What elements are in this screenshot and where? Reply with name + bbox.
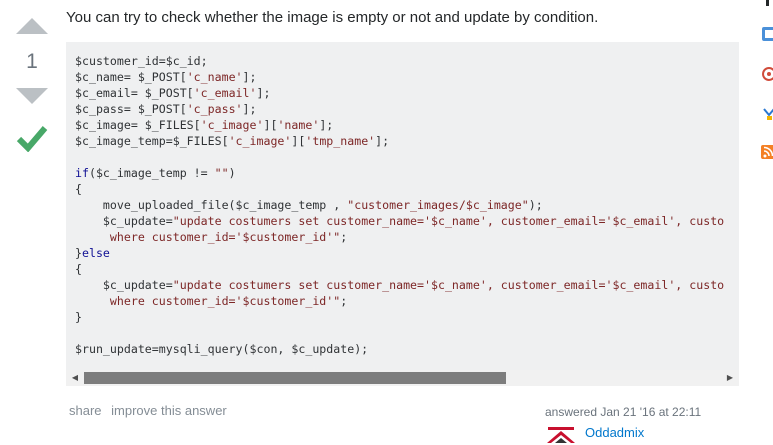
code-line: $c_update="update costumers set customer… (75, 213, 724, 229)
code-token: } (75, 310, 82, 324)
code-token: $run_update=mysqli_query($con, $c_update… (75, 342, 369, 356)
code-line: move_uploaded_file($c_image_temp , "cust… (75, 197, 724, 213)
code-token: { (75, 262, 82, 276)
code-line: where customer_id='$customer_id'"; (75, 229, 724, 245)
code-token: ][ (263, 118, 278, 132)
avatar[interactable] (545, 425, 577, 443)
code-token: ); (528, 198, 543, 212)
code-token: move_uploaded_file($c_image_temp , (75, 198, 348, 212)
code-token: 'c_name' (186, 70, 243, 84)
code-token: 'name' (277, 118, 320, 132)
scroll-left-icon[interactable]: ◀ (68, 370, 82, 386)
code-token: ]; (375, 134, 390, 148)
code-token: ) (228, 166, 236, 180)
code-line: }else (75, 245, 724, 261)
answer-intro-text: You can try to check whether the image i… (66, 9, 599, 26)
sidebar-edge-icon[interactable] (760, 0, 773, 6)
code-line: { (75, 181, 724, 197)
code-token: where customer_id='$customer_id'" (75, 230, 341, 244)
sidebar-icons (760, 0, 773, 200)
vote-count: 1 (26, 50, 38, 73)
code-token: "customer_images/$c_image" (347, 198, 529, 212)
code-token: 'c_email' (193, 86, 257, 100)
code-content: $customer_id=$c_id; $c_name= $_POST['c_na… (75, 53, 724, 357)
code-token: $customer_id=$c_id; (75, 54, 208, 68)
upvote-arrow-icon[interactable] (16, 18, 48, 34)
code-token: else (81, 246, 110, 260)
code-line: if($c_image_temp != "") (75, 165, 724, 181)
code-line: $customer_id=$c_id; (75, 53, 724, 69)
accepted-check-icon (16, 126, 48, 152)
post-menu: share improve this answer (69, 403, 233, 418)
downvote-arrow-icon[interactable] (16, 88, 48, 104)
improve-answer-link[interactable]: improve this answer (111, 403, 227, 418)
code-token: ][ (291, 134, 306, 148)
code-token: ]; (242, 70, 257, 84)
share-link[interactable]: share (69, 403, 102, 418)
horizontal-scrollbar[interactable]: ◀ ▶ (66, 370, 739, 386)
code-token: $c_name= $_POST[ (75, 70, 187, 84)
code-token: { (75, 182, 82, 196)
code-line: $c_name= $_POST['c_name']; (75, 69, 724, 85)
code-token: $c_update= (75, 278, 173, 292)
code-token: $c_image= $_FILES[ (75, 118, 201, 132)
code-token: ]; (319, 118, 334, 132)
code-token: $c_email= $_POST[ (75, 86, 194, 100)
code-token: ]; (256, 86, 271, 100)
code-token: } (75, 246, 82, 260)
code-token: $c_image_temp=$_FILES[ (75, 134, 229, 148)
user-info: answered Jan 21 '16 at 22:11 Oddadmix (545, 405, 773, 443)
code-line: $c_email= $_POST['c_email']; (75, 85, 724, 101)
code-token: 'c_image' (228, 134, 292, 148)
user-name-link[interactable]: Oddadmix (585, 425, 644, 440)
sidebar-circle-icon[interactable] (760, 66, 773, 82)
code-line: } (75, 309, 724, 325)
code-token: 'c_pass' (186, 102, 243, 116)
code-line: $c_pass= $_POST['c_pass']; (75, 101, 724, 117)
code-token: $c_update= (75, 214, 173, 228)
code-token: $c_pass= $_POST[ (75, 102, 187, 116)
sidebar-star-icon[interactable] (760, 106, 773, 122)
scroll-right-icon[interactable]: ▶ (723, 370, 737, 386)
code-token: 'tmp_name' (305, 134, 376, 148)
code-token: ; (340, 294, 348, 308)
scrollbar-thumb[interactable] (84, 372, 506, 384)
code-line: $c_update="update costumers set customer… (75, 277, 724, 293)
code-line: $c_image_temp=$_FILES['c_image']['tmp_na… (75, 133, 724, 149)
code-token: 'c_image' (200, 118, 264, 132)
code-line: { (75, 261, 724, 277)
code-token: if (75, 166, 89, 180)
answered-timestamp: answered Jan 21 '16 at 22:11 (545, 405, 702, 419)
code-token: ]; (242, 102, 257, 116)
sidebar-badge-icon[interactable] (760, 26, 773, 42)
code-block: $customer_id=$c_id; $c_name= $_POST['c_na… (66, 42, 739, 386)
code-token: "update costumers set customer_name='$c_… (172, 214, 725, 228)
code-token: "" (214, 166, 229, 180)
code-line: $run_update=mysqli_query($con, $c_update… (75, 341, 724, 357)
rss-icon[interactable] (760, 144, 773, 160)
code-token: where customer_id='$customer_id'" (75, 294, 341, 308)
code-line: where customer_id='$customer_id'"; (75, 293, 724, 309)
code-token: ; (340, 230, 348, 244)
code-token: "update costumers set customer_name='$c_… (172, 278, 725, 292)
code-token: ($c_image_temp != (88, 166, 215, 180)
code-line: $c_image= $_FILES['c_image']['name']; (75, 117, 724, 133)
